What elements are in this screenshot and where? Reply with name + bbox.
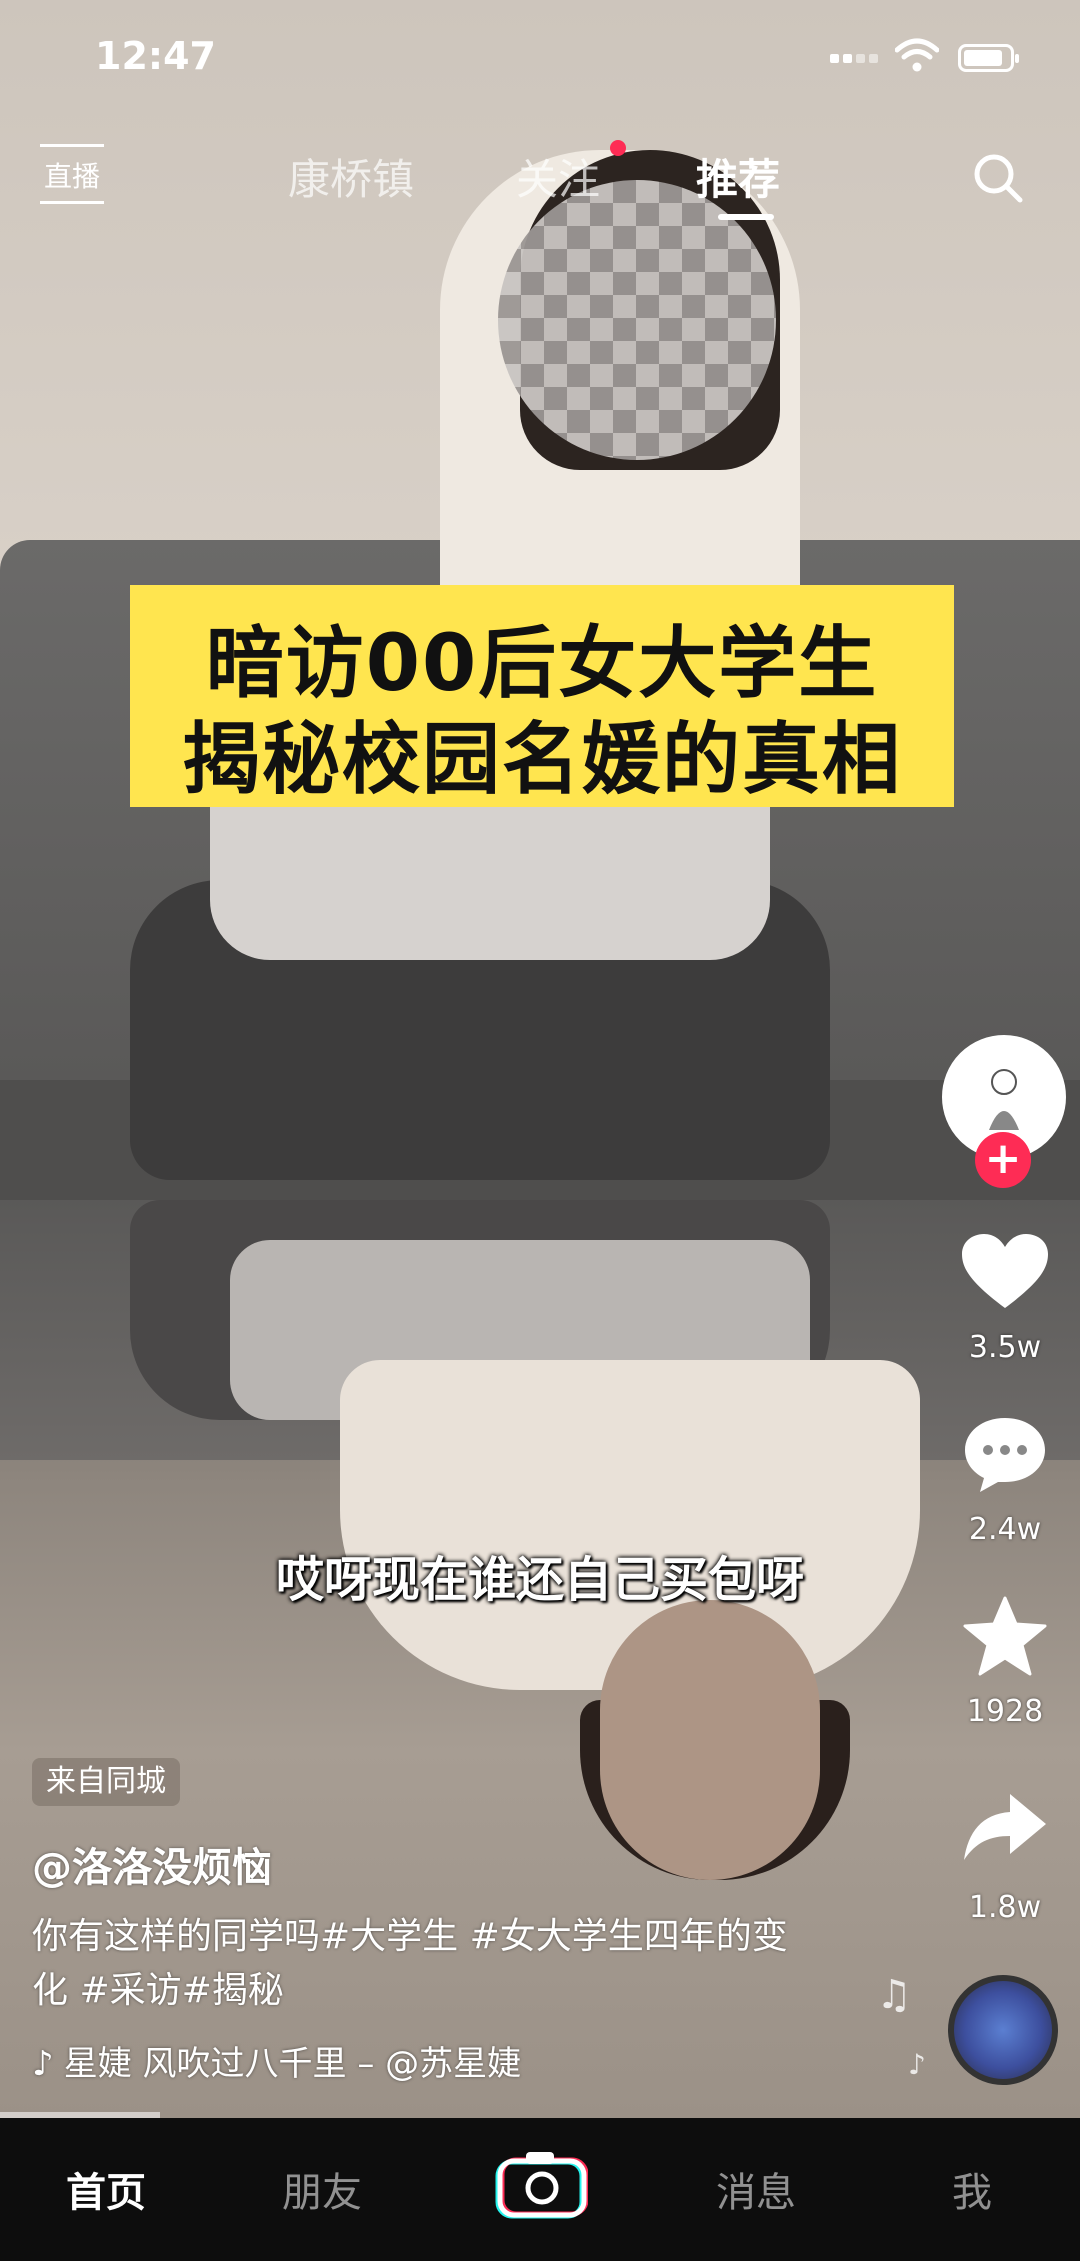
camera-icon[interactable] (492, 2148, 588, 2220)
tab-local[interactable]: 康桥镇 (288, 146, 414, 207)
tab-messages[interactable]: 消息 (716, 2160, 796, 2218)
top-nav: 直播 康桥镇 关注 推荐 (0, 140, 1080, 230)
favorite-star-icon[interactable] (960, 1596, 1050, 1676)
share-count: 1.8w (968, 1890, 1042, 1925)
tab-home[interactable]: 首页 (66, 2160, 146, 2218)
video-subtitle: 哎呀现在谁还自己买包呀 (275, 1552, 804, 1608)
music-title: 星婕 风吹过八千里 – @苏星婕 (63, 2044, 522, 2084)
like-count: 3.5w (968, 1330, 1042, 1365)
favorite-count: 1928 (966, 1694, 1044, 1729)
video-title-banner: 暗访00后女大学生 揭秘校园名媛的真相 (130, 585, 954, 807)
active-tab-indicator (718, 214, 774, 220)
share-arrow-icon[interactable] (960, 1786, 1050, 1866)
bottom-tab-bar: 首页 朋友 消息 我 (0, 2118, 1080, 2261)
follow-plus-button[interactable]: + (975, 1132, 1031, 1188)
local-badge: 来自同城 (32, 1758, 180, 1806)
music-note-small-icon: ♪ (908, 2048, 926, 2081)
music-note-icon: ♫ (876, 1972, 912, 2018)
status-bar: 12:47 (0, 0, 1080, 110)
music-disc[interactable] (948, 1975, 1058, 2085)
comment-count: 2.4w (968, 1512, 1042, 1547)
tab-me[interactable]: 我 (952, 2160, 992, 2218)
tab-following[interactable]: 关注 (516, 146, 600, 207)
wifi-icon (895, 38, 939, 72)
live-button[interactable]: 直播 (40, 144, 104, 204)
search-icon[interactable] (970, 150, 1026, 206)
following-notification-dot (610, 140, 626, 156)
tab-recommended[interactable]: 推荐 (696, 146, 780, 207)
post-description[interactable]: 你有这样的同学吗#大学生 #女大学生四年的变化 #采访#揭秘 (32, 1910, 812, 2018)
like-heart-icon[interactable] (960, 1232, 1050, 1312)
battery-icon (958, 44, 1019, 72)
tiktok-note-icon: ♪ (32, 2044, 54, 2084)
status-time: 12:47 (95, 34, 216, 78)
author-name[interactable]: @洛洛没烦恼 (32, 1835, 272, 1893)
cellular-signal-icon (830, 48, 882, 67)
tab-friends[interactable]: 朋友 (282, 2160, 362, 2218)
music-info[interactable]: ♪ 星婕 风吹过八千里 – @苏星婕 (32, 2036, 572, 2085)
comment-icon[interactable] (960, 1414, 1050, 1494)
video-title-line-2: 揭秘校园名媛的真相 (181, 715, 902, 805)
video-face-reflection (600, 1600, 820, 1880)
